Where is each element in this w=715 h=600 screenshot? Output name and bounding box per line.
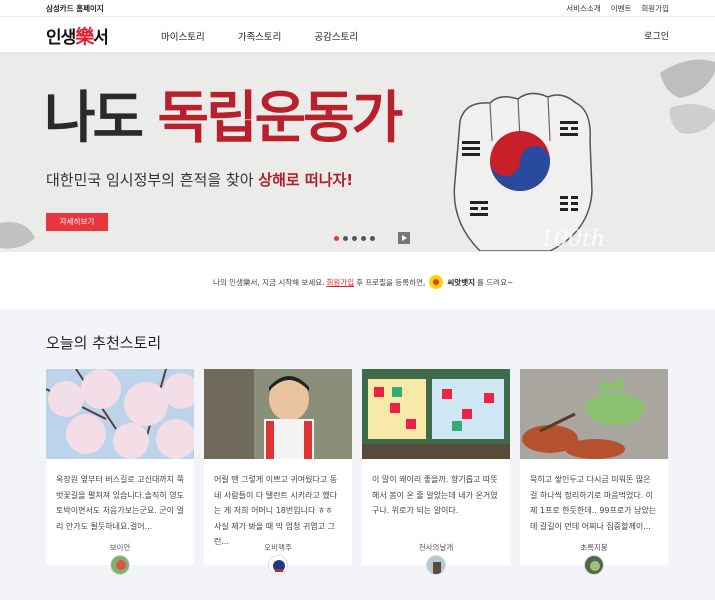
story-card[interactable]: 옥장원 옆부터 버스길로 고신대까지 쭉 벗꽃길을 펼쳐져 있습니다.솔직히 영…: [46, 369, 194, 575]
story-excerpt: 어릴 땐 그렇게 이쁘고 귀여웠다고 동네 사람들이 다 탤런트 시키라고 했다…: [214, 475, 338, 546]
slide-dot-5[interactable]: [370, 236, 375, 241]
taegukgi-fist-illustration: 100th: [453, 92, 605, 251]
story-author[interactable]: 오비맥주: [204, 542, 352, 553]
login-link[interactable]: 로그인: [644, 29, 669, 42]
section-title: 오늘의 추천스토리: [46, 334, 162, 352]
signup-notice: 나의 인생樂서, 지금 시작해 보세요. 회원가입 후 프로필을 등록하면, 씨…: [0, 252, 715, 309]
story-card[interactable]: 이 말이 왜이리 좋을까. 향기롭고 따뜻해서 봄이 온 줄 알았는데 네가 온…: [362, 369, 510, 575]
hero-detail-button[interactable]: 자세히보기: [46, 213, 108, 231]
menu-item-empathy-story[interactable]: 공감스토리: [314, 29, 358, 43]
samsungcard-home-link[interactable]: 삼성카드 홈페이지: [46, 3, 104, 14]
story-excerpt: 이 말이 왜이리 좋을까. 향기롭고 따뜻해서 봄이 온 줄 알았는데 네가 온…: [372, 475, 498, 515]
author-avatar[interactable]: [110, 555, 130, 575]
site-logo[interactable]: 인생樂서: [46, 22, 109, 49]
story-card[interactable]: 묵히고 쌓인두고 다시금 미워돈 많은 걸 하나씩 정리하기로 마음먹었다. 이…: [520, 369, 668, 575]
menu-item-my-story[interactable]: 마이스토리: [161, 29, 205, 43]
event-link[interactable]: 이벤트: [611, 3, 632, 14]
hero-subtitle: 대한민국 임시정부의 흔적을 찾아 상해로 떠나자!: [46, 169, 353, 190]
recommended-stories-section: 오늘의 추천스토리 옥장원 옆부터 버스길로 고신대까지 쭉 벗꽃길을 펼쳐져 …: [0, 309, 715, 600]
notice-before: 나의 인생樂서, 지금 시작해 보세요.: [213, 277, 325, 287]
ink-leaf-decoration-left: [0, 222, 35, 249]
story-photo-street-art: [520, 369, 668, 459]
hero-title-plain: 나도: [44, 86, 158, 151]
seed-badge-icon: [429, 275, 444, 289]
slide-dot-2[interactable]: [343, 236, 348, 241]
logo-text-tail: 서: [93, 28, 109, 48]
story-excerpt: 묵히고 쌓인두고 다시금 미워돈 많은 걸 하나씩 정리하기로 마음먹었다. 이…: [530, 475, 657, 531]
hero-title: 나도 독립운동가: [44, 91, 403, 147]
story-author[interactable]: 보이안: [46, 542, 194, 553]
story-card[interactable]: 어릴 땐 그렇게 이쁘고 귀여웠다고 동네 사람들이 다 탤런트 시키라고 했다…: [204, 369, 352, 575]
utility-bar: 삼성카드 홈페이지 서비스소개 이벤트 회원가입: [0, 0, 715, 16]
story-photo-child: [204, 369, 352, 459]
author-avatar[interactable]: [426, 555, 446, 575]
logo-text-main: 인생: [46, 28, 76, 48]
story-author[interactable]: 초록지붕: [520, 542, 668, 553]
slide-dot-4[interactable]: [361, 236, 366, 241]
hero-watermark-text: 100th: [540, 227, 605, 251]
ink-leaf-decoration-right: [660, 59, 715, 134]
hero-subtitle-emphasis: 상해로 떠나자!: [258, 171, 354, 189]
notice-after: 를 드려요~: [477, 277, 514, 287]
play-icon[interactable]: [398, 232, 410, 244]
main-nav: 인생樂서 마이스토리 가족스토리 공감스토리 로그인: [0, 16, 715, 53]
story-photo-cherry-blossom: [46, 369, 194, 459]
hero-subtitle-plain: 대한민국 임시정부의 흔적을 찾아: [46, 171, 259, 189]
story-excerpt: 옥장원 옆부터 버스길로 고신대까지 쭉 벗꽃길을 펼쳐져 있습니다.솔직히 영…: [56, 475, 184, 531]
utility-links: 서비스소개 이벤트 회원가입: [566, 3, 669, 14]
slide-dot-1[interactable]: [334, 236, 339, 241]
notice-signup-link[interactable]: 회원가입: [327, 277, 355, 288]
hero-banner: 나도 독립운동가 대한민국 임시정부의 흔적을 찾아 상해로 떠나자! 자세히보…: [0, 53, 715, 252]
notice-text: 나의 인생樂서, 지금 시작해 보세요. 회원가입 후 프로필을 등록하면, 씨…: [213, 275, 513, 289]
slide-indicators: [334, 236, 375, 241]
main-menu: 마이스토리 가족스토리 공감스토리: [161, 29, 358, 43]
slide-dot-3[interactable]: [352, 236, 357, 241]
notice-middle: 후 프로필을 등록하면,: [356, 277, 426, 287]
signup-link[interactable]: 회원가입: [641, 3, 669, 14]
service-intro-link[interactable]: 서비스소개: [566, 3, 601, 14]
logo-text-accent: 樂: [75, 26, 94, 48]
author-avatar[interactable]: [584, 555, 604, 575]
story-author[interactable]: 천사의날개: [362, 542, 510, 553]
hero-title-accent: 독립운동가: [157, 86, 404, 151]
notice-badge-name: 씨앗뱃지: [447, 277, 475, 287]
story-photo-board: [362, 369, 510, 459]
menu-item-family-story[interactable]: 가족스토리: [238, 29, 282, 43]
author-avatar[interactable]: [268, 555, 288, 575]
